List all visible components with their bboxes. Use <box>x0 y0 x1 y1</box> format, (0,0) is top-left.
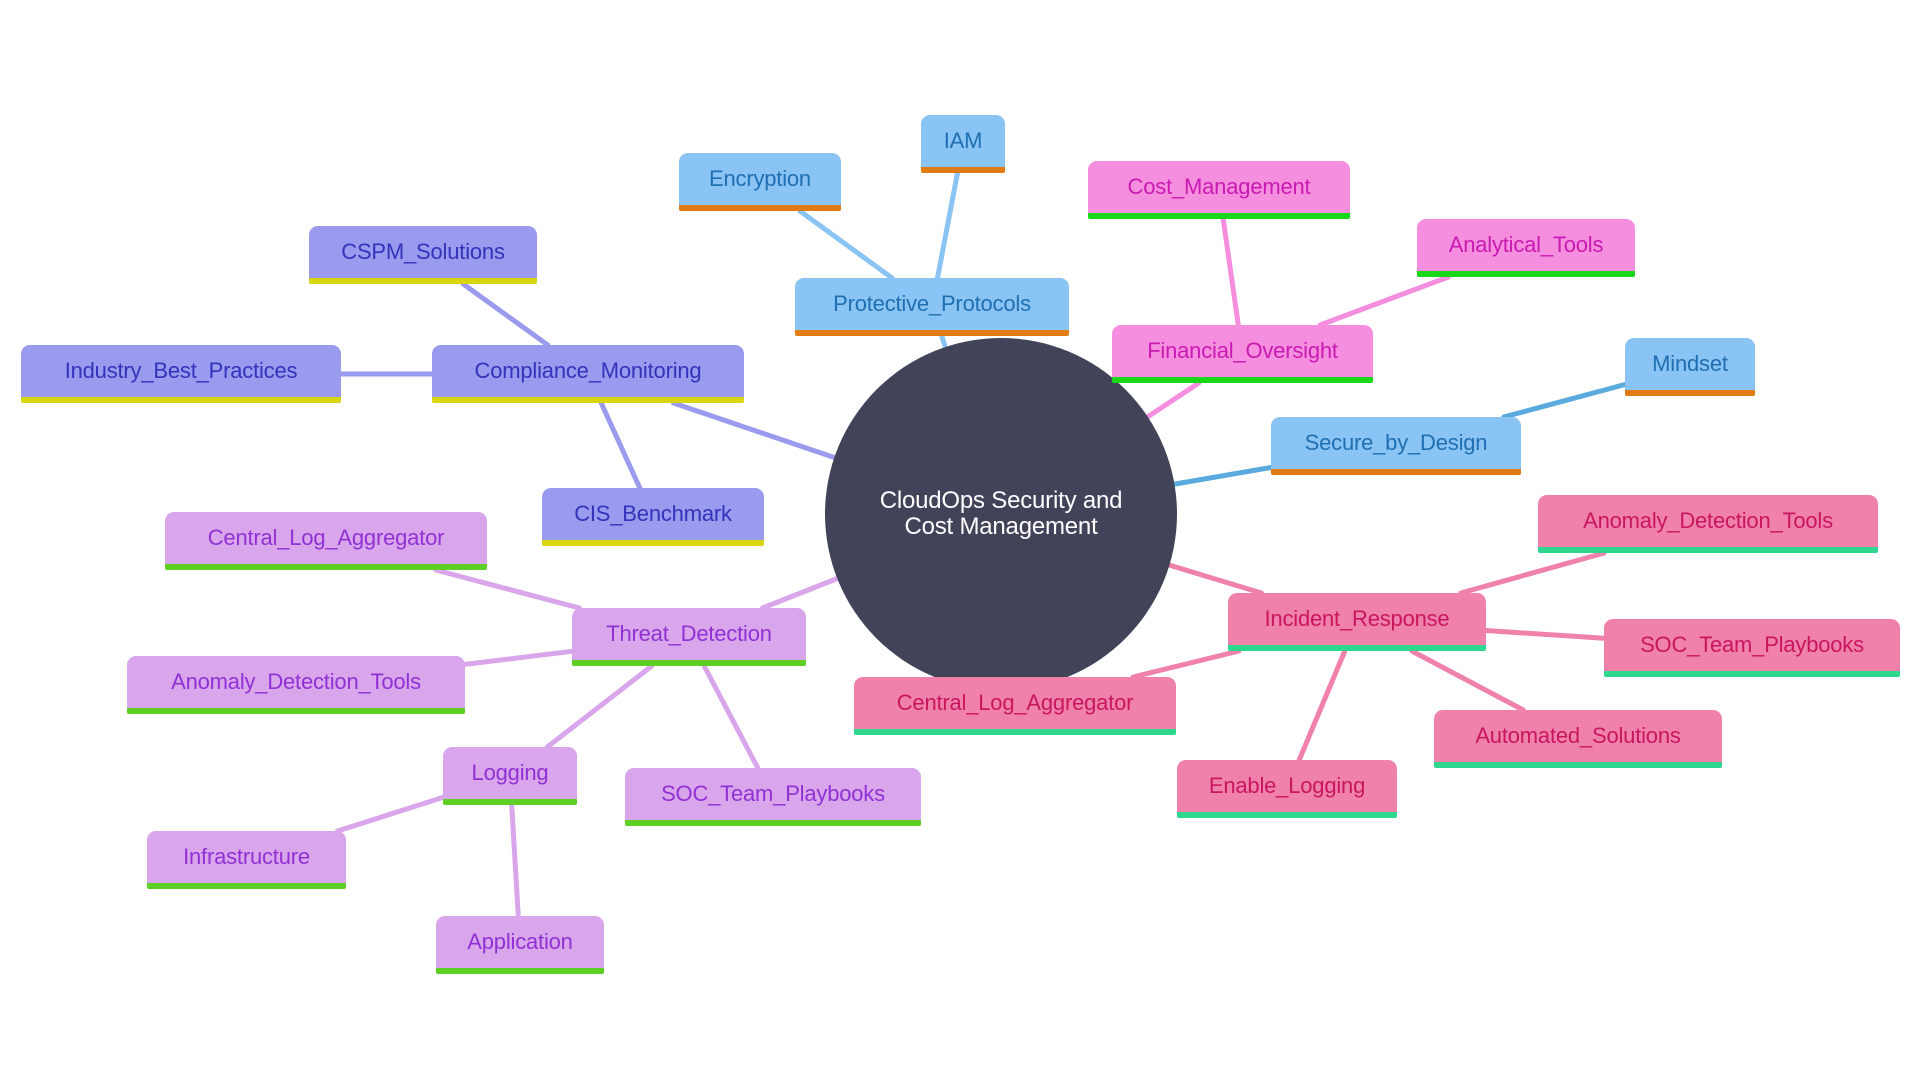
node-threat-detection[interactable]: Threat_Detection <box>572 608 806 666</box>
edge-root-to-secure-by-design <box>1171 465 1274 487</box>
edge-root-to-financial-oversight <box>1145 380 1202 420</box>
node-label-logging: Logging <box>471 759 549 785</box>
edge-root-to-incident-response <box>1166 562 1264 596</box>
node-label-financial-oversight: Financial_Oversight <box>1147 337 1338 363</box>
edge-root-to-protective-protocols <box>939 333 948 350</box>
node-label-anomaly-detection-tools-l: Anomaly_Detection_Tools <box>171 668 421 694</box>
root-node-cloudops-security-and-cost-management[interactable]: CloudOps Security and Cost Management <box>825 338 1177 690</box>
edge-threat-detection-to-logging <box>544 663 655 750</box>
node-automated-solutions[interactable]: Automated_Solutions <box>1434 710 1722 768</box>
node-label-cost-management: Cost_Management <box>1127 173 1311 199</box>
node-cis-benchmark[interactable]: CIS_Benchmark <box>542 488 764 546</box>
edge-threat-detection-to-central-log-aggregator-l <box>433 567 582 611</box>
edge-protective-protocols-to-iam <box>935 170 960 281</box>
node-secure-by-design[interactable]: Secure_by_Design <box>1271 417 1521 475</box>
edge-root-to-threat-detection <box>760 576 840 611</box>
node-label-protective-protocols: Protective_Protocols <box>833 290 1031 316</box>
node-label-encryption: Encryption <box>709 165 811 191</box>
node-label-infrastructure: Infrastructure <box>183 843 310 869</box>
node-cspm-solutions[interactable]: CSPM_Solutions <box>309 226 537 284</box>
node-label-mindset: Mindset <box>1652 350 1728 376</box>
edge-financial-oversight-to-analytical-tools <box>1317 274 1451 328</box>
node-central-log-aggregator-r[interactable]: Central_Log_Aggregator <box>854 677 1176 735</box>
edge-compliance-monitoring-to-cis-benchmark <box>598 400 643 491</box>
node-infrastructure[interactable]: Infrastructure <box>147 831 346 889</box>
edge-threat-detection-to-soc-team-playbooks-l <box>701 663 761 771</box>
node-compliance-monitoring[interactable]: Compliance_Monitoring <box>432 345 744 403</box>
node-label-secure-by-design: Secure_by_Design <box>1304 429 1488 455</box>
node-label-compliance-monitoring: Compliance_Monitoring <box>474 357 702 383</box>
node-application[interactable]: Application <box>436 916 604 974</box>
node-protective-protocols[interactable]: Protective_Protocols <box>795 278 1069 336</box>
node-financial-oversight[interactable]: Financial_Oversight <box>1112 325 1373 383</box>
node-mindset[interactable]: Mindset <box>1625 338 1755 396</box>
node-enable-logging[interactable]: Enable_Logging <box>1177 760 1397 818</box>
node-label-threat-detection: Threat_Detection <box>606 620 772 646</box>
node-label-cis-benchmark: CIS_Benchmark <box>574 500 732 526</box>
node-soc-team-playbooks-r[interactable]: SOC_Team_Playbooks <box>1604 619 1900 677</box>
edge-root-to-compliance-monitoring <box>671 400 837 460</box>
edge-logging-to-infrastructure <box>335 794 446 834</box>
edge-compliance-monitoring-to-cspm-solutions <box>460 281 551 348</box>
node-label-central-log-aggregator-r: Central_Log_Aggregator <box>896 689 1134 715</box>
node-label-industry-best-practices: Industry_Best_Practices <box>64 357 298 383</box>
node-analytical-tools[interactable]: Analytical_Tools <box>1417 219 1635 277</box>
node-incident-response[interactable]: Incident_Response <box>1228 593 1486 651</box>
node-iam[interactable]: IAM <box>921 115 1005 173</box>
node-label-enable-logging: Enable_Logging <box>1208 772 1366 798</box>
edge-incident-response-to-soc-team-playbooks-r <box>1483 628 1607 641</box>
node-label-anomaly-detection-tools-r: Anomaly_Detection_Tools <box>1583 507 1833 533</box>
edge-incident-response-to-central-log-aggregator-r <box>1130 648 1242 680</box>
edge-secure-by-design-to-mindset <box>1501 382 1628 420</box>
node-label-soc-team-playbooks-l: SOC_Team_Playbooks <box>661 780 885 806</box>
node-label-automated-solutions: Automated_Solutions <box>1475 722 1681 748</box>
mindmap-canvas: CloudOps Security and Cost Management Pro… <box>0 0 1920 1080</box>
edge-protective-protocols-to-encryption <box>797 208 895 281</box>
edge-threat-detection-to-anomaly-detection-tools-l <box>462 648 575 667</box>
node-logging[interactable]: Logging <box>443 747 577 805</box>
node-anomaly-detection-tools-l[interactable]: Anomaly_Detection_Tools <box>127 656 465 714</box>
node-central-log-aggregator-l[interactable]: Central_Log_Aggregator <box>165 512 487 570</box>
edge-logging-to-application <box>509 802 521 919</box>
node-label-soc-team-playbooks-r: SOC_Team_Playbooks <box>1640 631 1864 657</box>
node-label-incident-response: Incident_Response <box>1264 605 1450 631</box>
edge-incident-response-to-automated-solutions <box>1409 648 1526 713</box>
node-soc-team-playbooks-l[interactable]: SOC_Team_Playbooks <box>625 768 921 826</box>
edge-incident-response-to-anomaly-detection-tools-r <box>1458 550 1607 596</box>
node-label-cspm-solutions: CSPM_Solutions <box>341 238 505 264</box>
node-industry-best-practices[interactable]: Industry_Best_Practices <box>21 345 341 403</box>
node-label-application: Application <box>467 928 573 954</box>
node-anomaly-detection-tools-r[interactable]: Anomaly_Detection_Tools <box>1538 495 1878 553</box>
node-label-analytical-tools: Analytical_Tools <box>1448 231 1604 257</box>
node-label-central-log-aggregator-l: Central_Log_Aggregator <box>207 524 445 550</box>
edge-incident-response-to-enable-logging <box>1296 648 1348 763</box>
root-node-label: CloudOps Security and Cost Management <box>879 486 1123 540</box>
node-encryption[interactable]: Encryption <box>679 153 841 211</box>
node-cost-management[interactable]: Cost_Management <box>1088 161 1350 219</box>
node-label-iam: IAM <box>943 127 983 153</box>
edge-financial-oversight-to-cost-management <box>1220 216 1241 328</box>
